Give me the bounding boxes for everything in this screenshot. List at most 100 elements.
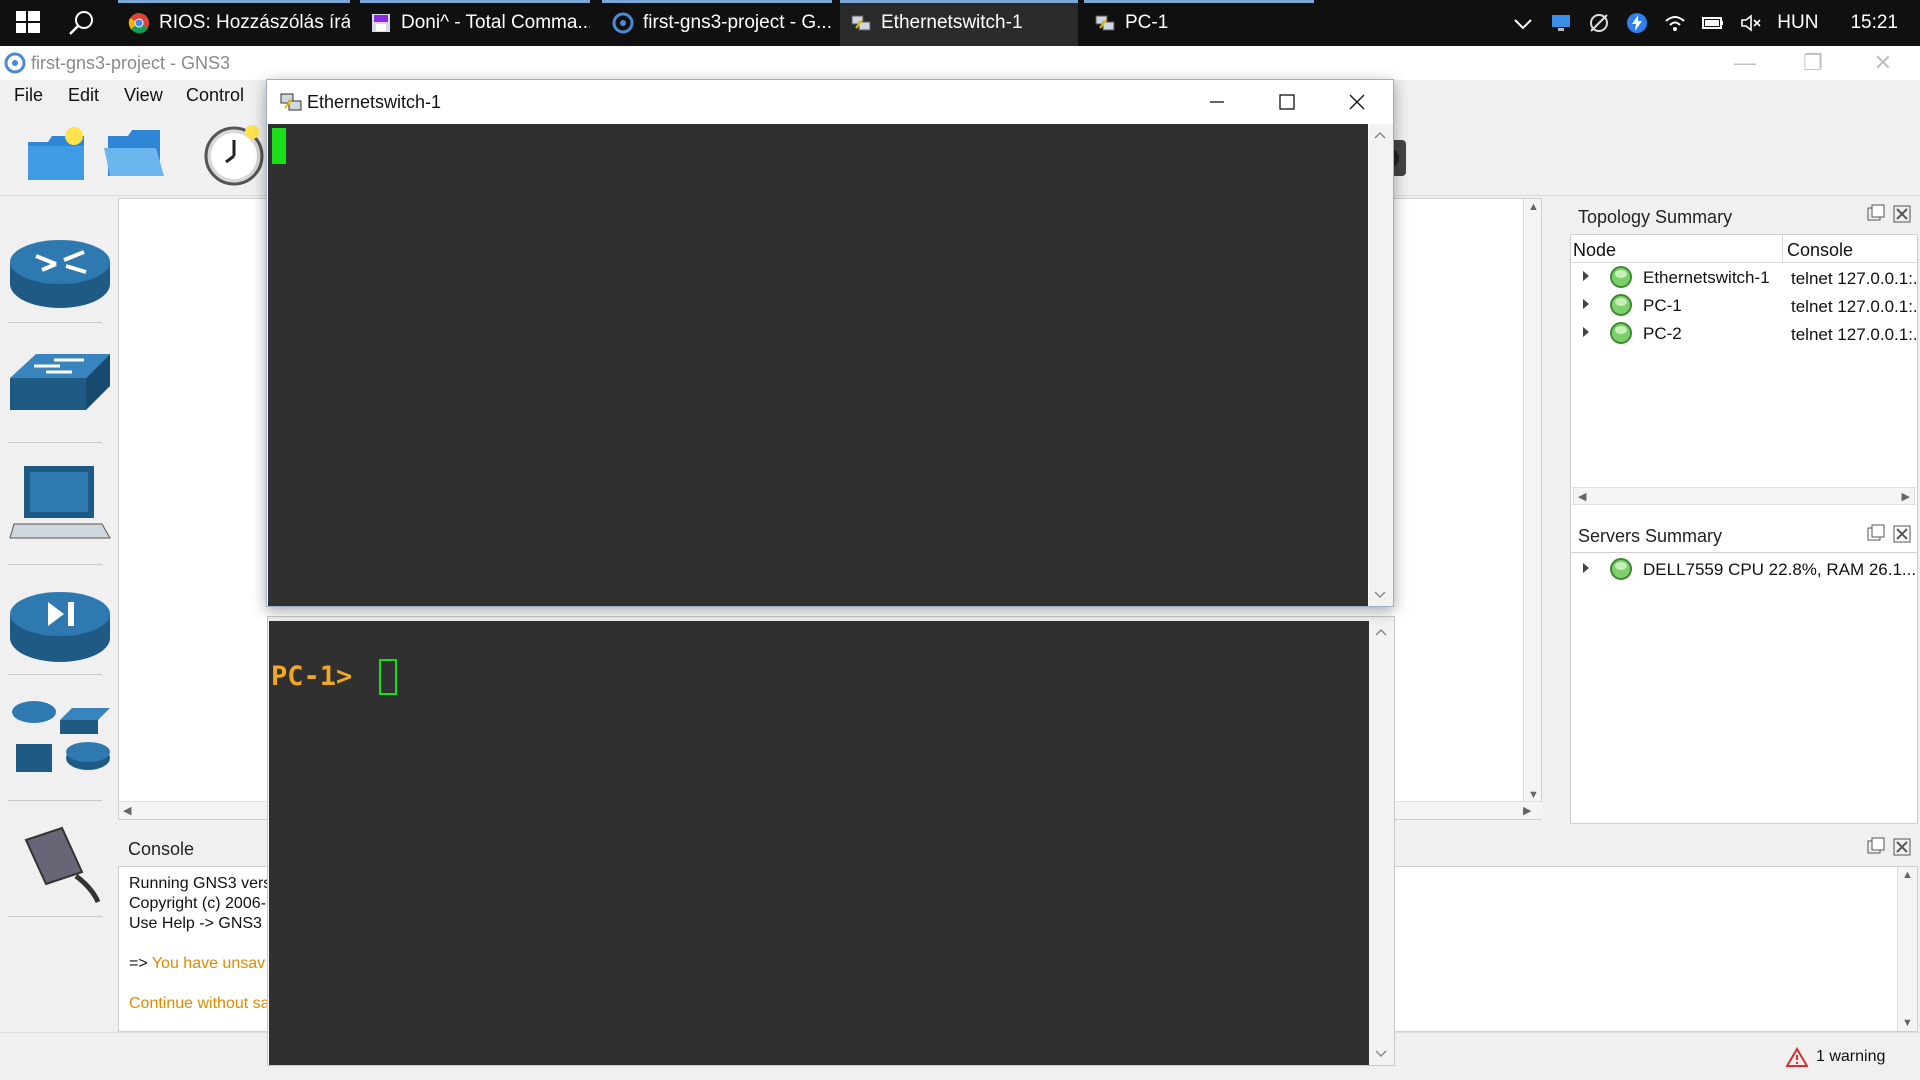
menu-control[interactable]: Control — [186, 85, 244, 106]
cable-icon[interactable] — [6, 818, 114, 904]
topology-horizontal-scrollbar[interactable]: ◀ ▶ — [1573, 487, 1915, 505]
scroll-up-icon[interactable] — [1375, 627, 1387, 639]
close-icon — [1349, 94, 1365, 110]
all-devices-icon[interactable] — [6, 692, 114, 786]
expand-arrow-icon[interactable] — [1583, 327, 1589, 337]
maximize-icon — [1279, 94, 1295, 110]
console-line: Copyright (c) 2006- — [129, 895, 266, 912]
console-scrollbar[interactable]: ▲ ▼ — [1897, 867, 1917, 1031]
taskbar-item-total-commander[interactable]: Doni^ - Total Comma... — [360, 0, 590, 46]
expand-arrow-icon[interactable] — [1583, 563, 1589, 573]
terminal-titlebar[interactable]: Ethernetswitch-1 — [267, 80, 1393, 124]
server-label: DELL7559 CPU 22.8%, RAM 26.1... — [1643, 560, 1917, 579]
system-tray: HUN 15:21 — [1511, 0, 1920, 46]
close-button[interactable]: ✕ — [1860, 50, 1906, 76]
expand-arrow-icon[interactable] — [1583, 271, 1589, 281]
language-indicator[interactable]: HUN — [1777, 12, 1818, 34]
status-green-icon — [1610, 558, 1632, 580]
terminal-cursor — [379, 659, 397, 695]
switch-icon[interactable] — [6, 348, 114, 424]
chrome-icon — [128, 13, 149, 34]
topology-row[interactable]: PC-2 telnet 127.0.0.1:... — [1571, 319, 1917, 347]
clock[interactable]: 15:21 — [1850, 12, 1898, 34]
monitor-icon[interactable] — [1549, 11, 1573, 35]
taskbar-item-label: Ethernetswitch-1 — [881, 12, 1023, 33]
chevron-up-icon[interactable] — [1511, 11, 1535, 35]
servers-summary: DELL7559 CPU 22.8%, RAM 26.1... — [1570, 552, 1918, 824]
maximize-button[interactable] — [1252, 80, 1322, 124]
menu-file[interactable]: File — [14, 85, 43, 106]
topology-header: Node Console — [1571, 235, 1917, 263]
taskbar-item-pc1[interactable]: PC-1 — [1084, 0, 1314, 46]
status-green-icon — [1610, 322, 1632, 344]
taskbar-item-chrome[interactable]: RIOS: Hozzászólás írá... — [118, 0, 350, 46]
taskbar-item-label: PC-1 — [1125, 12, 1169, 33]
topology-summary-title: Topology Summary — [1578, 207, 1733, 227]
terminal-screen[interactable]: PC-1> — [269, 621, 1369, 1065]
snapshot-clock-icon[interactable] — [200, 118, 270, 188]
warning-count[interactable]: 1 warning — [1816, 1048, 1885, 1066]
console-warning-line: => You have unsav — [129, 955, 265, 973]
menu-view[interactable]: View — [124, 85, 163, 106]
restore-button[interactable]: ❐ — [1790, 50, 1836, 76]
scroll-down-icon[interactable] — [1374, 588, 1386, 600]
security-device-icon[interactable] — [6, 586, 114, 666]
node-name: PC-2 — [1643, 324, 1682, 343]
column-console[interactable]: Console — [1787, 240, 1853, 261]
windows-start-icon[interactable] — [8, 7, 46, 39]
close-button[interactable] — [1322, 80, 1392, 124]
column-node[interactable]: Node — [1573, 240, 1616, 261]
servers-summary-title: Servers Summary — [1578, 526, 1723, 546]
warning-icon — [1786, 1047, 1808, 1067]
search-icon[interactable] — [62, 6, 100, 40]
expand-arrow-icon[interactable] — [1583, 299, 1589, 309]
scroll-down-icon[interactable] — [1375, 1047, 1387, 1059]
terminal-window-pc1[interactable]: PC-1> — [267, 616, 1395, 1066]
gns3-icon — [4, 52, 26, 74]
open-project-icon[interactable] — [100, 118, 170, 188]
putty-icon — [851, 15, 871, 31]
dock-float-close-icon[interactable] — [1866, 524, 1912, 544]
putty-icon — [1095, 15, 1115, 31]
end-device-icon[interactable] — [6, 462, 114, 548]
taskbar-item-label: RIOS: Hozzászólás írá... — [159, 12, 350, 33]
new-project-icon[interactable] — [22, 118, 92, 188]
terminal-window-ethernetswitch[interactable]: Ethernetswitch-1 — [266, 79, 1394, 607]
console-warning: You have unsav — [151, 955, 266, 972]
topology-row[interactable]: PC-1 telnet 127.0.0.1:... — [1571, 291, 1917, 319]
console-line: Running GNS3 versi — [129, 875, 275, 892]
console-title: Console — [128, 839, 195, 859]
dock-float-close-icon[interactable] — [1866, 837, 1912, 857]
canvas-vertical-scrollbar[interactable]: ▲ ▼ — [1523, 199, 1541, 803]
taskbar-item-label: Doni^ - Total Comma... — [401, 12, 590, 33]
terminal-scrollbar[interactable] — [1369, 124, 1393, 606]
minimize-button[interactable]: — — [1722, 50, 1768, 76]
taskbar: RIOS: Hozzászólás írá... Doni^ - Total C… — [0, 0, 1920, 46]
menu-edit[interactable]: Edit — [68, 85, 99, 106]
app-titlebar: first-gns3-project - GNS3 — ❐ ✕ — [0, 46, 1920, 80]
network-icon[interactable] — [1587, 11, 1611, 35]
status-green-icon — [1610, 294, 1632, 316]
wifi-icon[interactable] — [1663, 11, 1687, 35]
console-arrow: => — [129, 955, 148, 972]
node-name: PC-1 — [1643, 296, 1682, 315]
terminal-screen[interactable] — [268, 124, 1368, 606]
battery-icon[interactable] — [1701, 11, 1725, 35]
taskbar-item-gns3[interactable]: first-gns3-project - G... — [602, 0, 832, 46]
terminal-title: Ethernetswitch-1 — [307, 92, 442, 112]
taskbar-item-ethernetswitch[interactable]: Ethernetswitch-1 — [840, 0, 1078, 46]
console-line: Use Help -> GNS3 D — [129, 915, 278, 932]
bolt-icon[interactable] — [1625, 11, 1649, 35]
total-commander-icon — [372, 14, 390, 32]
router-icon[interactable] — [6, 234, 114, 314]
taskbar-item-label: first-gns3-project - G... — [643, 12, 832, 33]
node-console: telnet 127.0.0.1:... — [1791, 297, 1917, 316]
terminal-cursor — [272, 128, 286, 164]
minimize-button[interactable] — [1182, 80, 1252, 124]
topology-row[interactable]: Ethernetswitch-1 telnet 127.0.0.1:... — [1571, 263, 1917, 291]
dock-float-close-icon[interactable] — [1866, 204, 1912, 224]
volume-muted-icon[interactable] — [1739, 11, 1763, 35]
server-row[interactable]: DELL7559 CPU 22.8%, RAM 26.1... — [1571, 555, 1917, 583]
scroll-up-icon[interactable] — [1374, 130, 1386, 142]
terminal-scrollbar[interactable] — [1370, 621, 1394, 1065]
